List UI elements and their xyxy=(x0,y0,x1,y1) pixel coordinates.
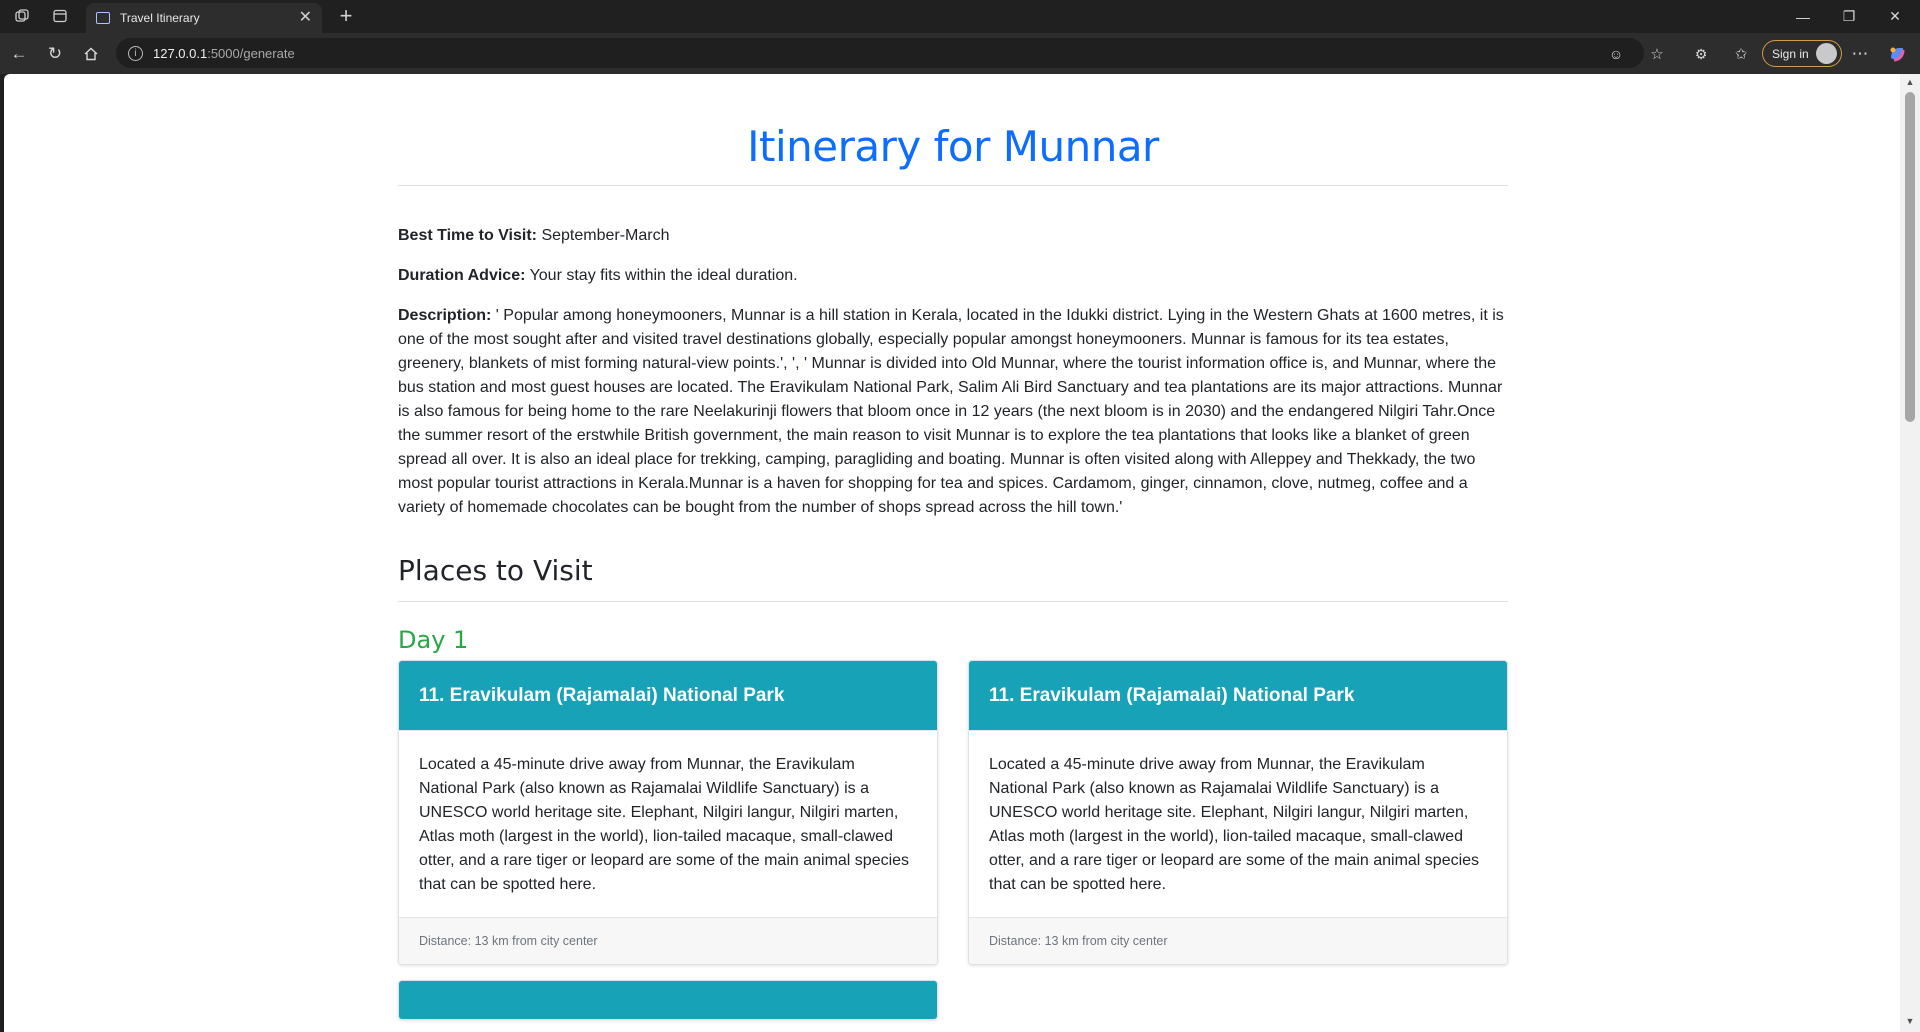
url-path: :5000/generate xyxy=(207,45,295,61)
best-time-row: Best Time to Visit: September-March xyxy=(398,224,1508,248)
extensions-icon[interactable]: ⚙ xyxy=(1688,41,1714,67)
sign-in-button[interactable]: Sign in xyxy=(1762,40,1842,67)
tab-close-icon[interactable]: ✕ xyxy=(299,10,312,26)
url-host: 127.0.0.1 xyxy=(153,45,208,61)
place-card-body: Located a 45-minute drive away from Munn… xyxy=(969,730,1507,917)
place-card-title-partial xyxy=(399,981,937,1019)
place-cards: 11. Eravikulam (Rajamalai) National Park… xyxy=(398,660,1508,1032)
place-card-partial xyxy=(398,980,938,1020)
new-tab-icon[interactable]: + xyxy=(332,4,360,28)
place-card-title: 11. Eravikulam (Rajamalai) National Park xyxy=(969,661,1507,730)
description-label: Description: xyxy=(398,307,492,324)
place-card-body: Located a 45-minute drive away from Munn… xyxy=(399,730,937,917)
description-row: Description: ' Popular among honeymooner… xyxy=(398,304,1508,520)
best-time-label: Best Time to Visit: xyxy=(398,227,537,244)
place-card-title: 11. Eravikulam (Rajamalai) National Park xyxy=(399,661,937,730)
site-info-icon[interactable]: i xyxy=(128,45,143,61)
tab-bar: Travel Itinerary ✕ + — ❐ ✕ xyxy=(0,0,1920,33)
scrollbar-thumb[interactable] xyxy=(1905,92,1915,422)
best-time-value: September-March xyxy=(537,227,670,244)
tab-title: Travel Itinerary xyxy=(120,11,200,25)
active-tab[interactable]: Travel Itinerary ✕ xyxy=(86,3,322,33)
address-bar-row: ← ↻ i 127.0.0.1:5000/generate ☺ ☆ ⚙ ✩ Si… xyxy=(0,33,1920,74)
favorite-star-icon[interactable]: ☆ xyxy=(1644,41,1670,67)
scroll-up-icon[interactable]: ▲ xyxy=(1905,77,1915,87)
day-heading: Day 1 xyxy=(398,626,469,654)
page-scrollbar[interactable]: ▲ ▼ xyxy=(1900,74,1920,1032)
content-container: Itinerary for Munnar Best Time to Visit:… xyxy=(398,74,1508,1032)
duration-value: Your stay fits within the ideal duration… xyxy=(525,267,798,284)
places-heading: Places to Visit xyxy=(398,554,1508,602)
page-viewport: Itinerary for Munnar Best Time to Visit:… xyxy=(4,74,1900,1032)
back-icon[interactable]: ← xyxy=(6,41,32,67)
scroll-down-icon[interactable]: ▼ xyxy=(1905,1016,1915,1026)
more-menu-icon[interactable]: ⋯ xyxy=(1847,41,1873,67)
restore-icon[interactable]: ❐ xyxy=(1826,0,1872,33)
place-card-distance: Distance: 13 km from city center xyxy=(969,917,1507,964)
vertical-tabs-icon[interactable] xyxy=(48,4,72,28)
window-close-icon[interactable]: ✕ xyxy=(1872,0,1918,33)
duration-row: Duration Advice: Your stay fits within t… xyxy=(398,264,1508,288)
refresh-icon[interactable]: ↻ xyxy=(42,41,68,67)
reading-mode-icon[interactable]: ☺ xyxy=(1603,41,1629,67)
page-title: Itinerary for Munnar xyxy=(398,122,1508,186)
place-card-distance: Distance: 13 km from city center xyxy=(399,917,937,964)
copilot-icon[interactable] xyxy=(1884,41,1910,67)
avatar xyxy=(1815,43,1837,64)
favorites-icon[interactable]: ✩ xyxy=(1728,41,1754,67)
url-field[interactable]: i 127.0.0.1:5000/generate xyxy=(116,38,1644,68)
sign-in-label: Sign in xyxy=(1772,46,1809,61)
page-favicon-icon xyxy=(96,12,110,24)
workspaces-icon[interactable] xyxy=(10,4,34,28)
place-card: 11. Eravikulam (Rajamalai) National Park… xyxy=(968,660,1508,965)
home-icon[interactable] xyxy=(78,41,104,67)
description-value: ' Popular among honeymooners, Munnar is … xyxy=(398,307,1504,516)
place-card: 11. Eravikulam (Rajamalai) National Park… xyxy=(398,660,938,965)
duration-label: Duration Advice: xyxy=(398,267,526,284)
destination-info: Best Time to Visit: September-March Dura… xyxy=(398,224,1508,520)
minimize-icon[interactable]: — xyxy=(1780,0,1826,33)
